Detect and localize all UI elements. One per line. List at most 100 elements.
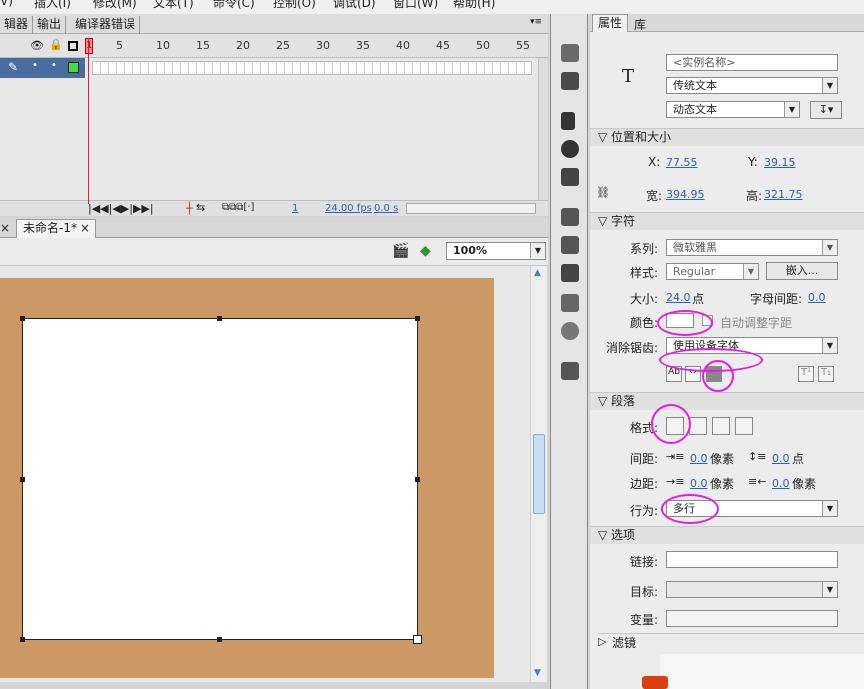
input-method-icon[interactable] — [642, 676, 668, 689]
text-type-select[interactable]: 动态文本 ▼ — [666, 101, 800, 118]
left-margin-icon: →≡ — [666, 475, 685, 488]
text-engine-select[interactable]: 传统文本 ▼ — [666, 77, 838, 94]
color-palette-icon[interactable] — [561, 44, 579, 62]
font-style-select[interactable]: Regular ▼ — [666, 263, 759, 280]
tab-compiler-errors[interactable]: 编译器错误 — [71, 16, 141, 34]
scroll-thumb[interactable] — [533, 434, 545, 514]
tab-output[interactable]: 输出 — [33, 16, 67, 34]
playhead[interactable] — [85, 38, 93, 214]
filters-header[interactable]: 滤镜 — [612, 634, 636, 651]
menu-control[interactable]: 控制(O) — [273, 0, 316, 11]
layer-color-icon[interactable] — [68, 62, 79, 73]
target-select[interactable]: ▼ — [666, 581, 838, 598]
line-spacing-value[interactable]: 0.0 — [772, 452, 790, 465]
close-icon[interactable]: × — [80, 220, 90, 237]
scene-icon[interactable] — [561, 362, 579, 380]
align-right-icon[interactable] — [712, 417, 730, 435]
menu-help[interactable]: 帮助(H) — [453, 0, 495, 11]
visible-dot-icon[interactable]: • — [32, 60, 38, 71]
resize-handle[interactable] — [217, 316, 222, 321]
lock-icon[interactable]: 🔒 — [49, 38, 63, 51]
zoom-select[interactable]: 100% ▼ — [446, 242, 546, 260]
timeline-hscroll[interactable] — [406, 203, 536, 214]
link-input[interactable] — [666, 551, 838, 568]
link-proportions-icon[interactable]: ⛓ — [596, 186, 610, 199]
menu-commands[interactable]: 命令(C) — [213, 0, 255, 11]
resize-handle[interactable] — [20, 316, 25, 321]
menu-insert[interactable]: 插入(I) — [34, 0, 71, 11]
resize-handle[interactable] — [217, 637, 222, 642]
grid-icon[interactable] — [561, 72, 579, 90]
subscript-icon[interactable]: T₁ — [818, 366, 834, 382]
frame-rate[interactable]: 24.00 fps — [325, 203, 372, 214]
menu-debug[interactable]: 调试(D) — [333, 0, 376, 11]
section-paragraph[interactable]: ▽ 段落 — [590, 392, 864, 410]
scroll-up-icon[interactable]: ▲ — [534, 268, 541, 278]
embed-button[interactable]: 嵌入... — [766, 262, 838, 280]
close-icon[interactable]: × — [0, 221, 10, 235]
left-margin-value[interactable]: 0.0 — [690, 477, 708, 490]
indent-value[interactable]: 0.0 — [690, 452, 708, 465]
tab-library[interactable]: 库 — [634, 16, 646, 33]
panel-menu-icon[interactable]: ▾≡ — [530, 17, 542, 27]
library-icon[interactable] — [561, 264, 579, 282]
center-frame-icon[interactable]: ┼ — [186, 202, 193, 215]
section-options[interactable]: ▽ 选项 — [590, 526, 864, 544]
menu-text[interactable]: 文本(T) — [153, 0, 194, 11]
justify-icon[interactable] — [735, 417, 753, 435]
menu-window[interactable]: 窗口(W) — [393, 0, 438, 11]
edit-symbol-icon[interactable]: ◆ — [420, 243, 431, 259]
tab-editor[interactable]: 辑器 — [0, 16, 34, 34]
lock-dot-icon[interactable]: • — [51, 60, 57, 71]
height-value[interactable]: 321.75 — [764, 188, 803, 201]
text-field-selection[interactable] — [20, 316, 422, 644]
edit-scene-icon[interactable]: 🎬 — [392, 243, 409, 259]
components-icon[interactable] — [561, 236, 579, 254]
stage[interactable] — [0, 278, 494, 678]
resize-handle[interactable] — [20, 637, 25, 642]
section-character[interactable]: ▽ 字符 — [590, 212, 864, 230]
font-family-select[interactable]: 微软雅黑 ▼ — [666, 239, 838, 256]
actions-icon[interactable] — [561, 208, 579, 226]
frame-cells[interactable] — [92, 61, 532, 75]
text-resize-corner[interactable] — [413, 635, 422, 644]
stage-vscroll[interactable]: ▲ ▼ — [530, 266, 547, 682]
variable-input[interactable] — [666, 610, 838, 627]
chevron-right-icon[interactable]: ▷ — [598, 635, 606, 648]
align-icon[interactable] — [561, 112, 575, 130]
resize-handle[interactable] — [415, 316, 420, 321]
scroll-down-icon[interactable]: ▼ — [534, 668, 541, 678]
width-value[interactable]: 394.95 — [666, 188, 705, 201]
align-center-icon[interactable] — [689, 417, 707, 435]
layer-header[interactable]: ✎ • • — [0, 58, 85, 78]
right-margin-value[interactable]: 0.0 — [772, 477, 790, 490]
resize-handle[interactable] — [415, 477, 420, 482]
playback-controls-icon[interactable]: |◀◀|◀▶|▶▶| — [88, 202, 154, 215]
motion-presets-icon[interactable] — [561, 322, 579, 340]
x-value[interactable]: 77.55 — [666, 156, 698, 169]
current-frame[interactable]: 1 — [292, 203, 298, 214]
loop-icon[interactable]: ⇆ — [196, 201, 205, 214]
tab-properties[interactable]: 属性 — [592, 14, 628, 32]
y-value[interactable]: 39.15 — [764, 156, 796, 169]
eye-icon[interactable]: 👁 — [30, 39, 44, 52]
resize-handle[interactable] — [20, 477, 25, 482]
movie-explorer-icon[interactable] — [561, 294, 579, 312]
tab-untitled-document[interactable]: 未命名-1* × — [16, 219, 96, 238]
onion-skin-icons[interactable]: ⧉⧉⧉[·] — [222, 202, 254, 213]
letter-spacing-value[interactable]: 0.0 — [808, 291, 826, 304]
menu-modify[interactable]: 修改(M) — [93, 0, 137, 11]
superscript-icon[interactable]: T¹ — [798, 366, 814, 382]
layer-row[interactable]: ✎ • • — [0, 58, 548, 78]
section-position-size[interactable]: ▽ 位置和大小 — [590, 128, 864, 146]
font-style-value: Regular — [673, 265, 716, 278]
outline-icon[interactable] — [68, 41, 78, 51]
elapsed-time[interactable]: 0.0 s — [374, 203, 398, 214]
transform-icon[interactable] — [561, 168, 579, 186]
font-size-value[interactable]: 24.0 — [666, 291, 691, 304]
info-icon[interactable] — [561, 140, 579, 158]
margin-label: 边距: — [630, 477, 659, 491]
orientation-button[interactable]: ↧▾ — [810, 101, 842, 119]
instance-name-field[interactable]: <实例名称> — [666, 54, 838, 71]
timeline-vscroll[interactable] — [538, 58, 548, 200]
